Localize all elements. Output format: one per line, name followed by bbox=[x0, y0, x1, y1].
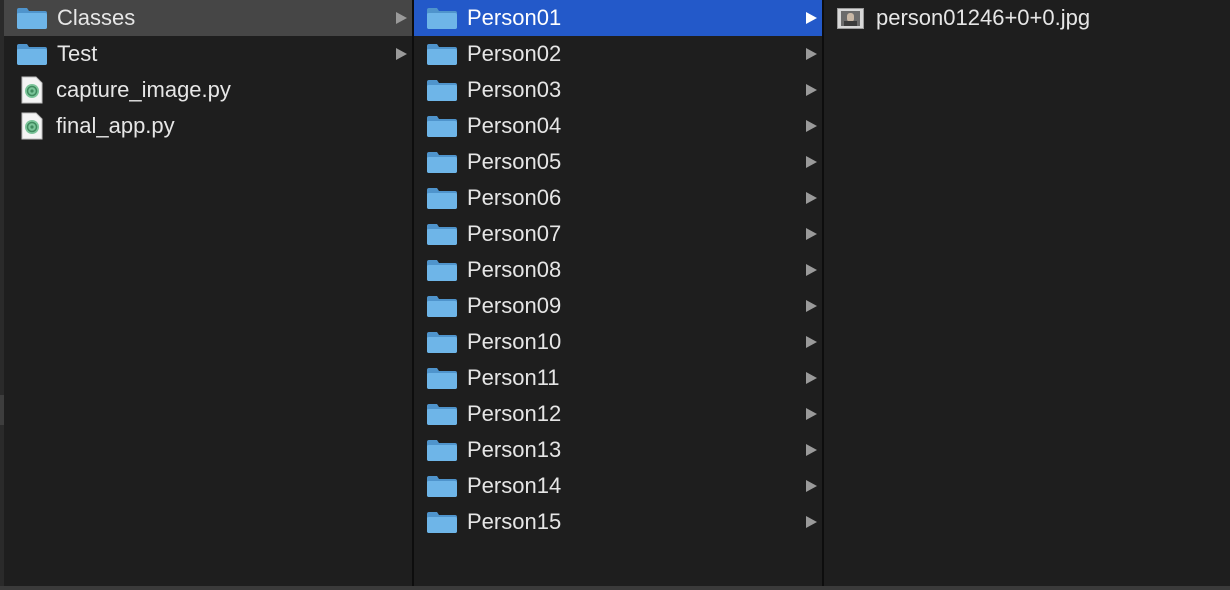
list-item-person[interactable]: Person01 bbox=[414, 0, 822, 36]
list-item-label: Person03 bbox=[467, 77, 562, 102]
list-item-person[interactable]: Person15 bbox=[414, 504, 822, 540]
column-2[interactable]: Person01 Person02 Person03 Person04 Person05… bbox=[414, 0, 822, 586]
list-item-person[interactable]: Person11 bbox=[414, 360, 822, 396]
finder-column-browser: Classes Test capture_image.py final_app.… bbox=[0, 0, 1230, 590]
disclosure-chevron-icon bbox=[804, 227, 818, 241]
disclosure-chevron-icon bbox=[804, 155, 818, 169]
disclosure-chevron-icon bbox=[804, 335, 818, 349]
folder-icon bbox=[426, 258, 458, 282]
list-item-person[interactable]: Person10 bbox=[414, 324, 822, 360]
folder-icon bbox=[426, 186, 458, 210]
list-item-person[interactable]: Person02 bbox=[414, 36, 822, 72]
column-3[interactable]: person01246+0+0.jpg bbox=[824, 0, 1230, 586]
disclosure-chevron-icon bbox=[394, 47, 408, 61]
folder-icon bbox=[426, 150, 458, 174]
folder-icon bbox=[426, 438, 458, 462]
python-file-icon bbox=[21, 76, 43, 104]
list-item-label: Person15 bbox=[467, 509, 562, 534]
disclosure-chevron-icon bbox=[804, 83, 818, 97]
disclosure-chevron-icon bbox=[804, 11, 818, 25]
list-item-label: Person05 bbox=[467, 149, 562, 174]
list-item-person[interactable]: Person09 bbox=[414, 288, 822, 324]
folder-icon bbox=[426, 222, 458, 246]
list-item-label: Classes bbox=[57, 5, 136, 30]
disclosure-chevron-icon bbox=[804, 119, 818, 133]
folder-icon bbox=[16, 42, 48, 66]
list-item-person[interactable]: Person07 bbox=[414, 216, 822, 252]
list-item-person[interactable]: Person04 bbox=[414, 108, 822, 144]
python-file-icon bbox=[21, 112, 43, 140]
list-item-test[interactable]: Test bbox=[4, 36, 412, 72]
bottom-scrollbar[interactable] bbox=[0, 586, 1230, 590]
disclosure-chevron-icon bbox=[394, 11, 408, 25]
list-item-label: Person10 bbox=[467, 329, 562, 354]
list-item-person[interactable]: Person06 bbox=[414, 180, 822, 216]
folder-icon bbox=[16, 6, 48, 30]
disclosure-chevron-icon bbox=[804, 371, 818, 385]
folder-icon bbox=[426, 114, 458, 138]
folder-icon bbox=[426, 294, 458, 318]
list-item-label: capture_image.py bbox=[56, 77, 231, 102]
list-item-person[interactable]: Person03 bbox=[414, 72, 822, 108]
list-item-label: Person02 bbox=[467, 41, 562, 66]
list-item-label: Person07 bbox=[467, 221, 562, 246]
disclosure-chevron-icon bbox=[804, 407, 818, 421]
folder-icon bbox=[426, 6, 458, 30]
folder-icon bbox=[426, 78, 458, 102]
disclosure-chevron-icon bbox=[804, 263, 818, 277]
list-item-label: Person04 bbox=[467, 113, 562, 138]
list-item-final-app-py[interactable]: final_app.py bbox=[4, 108, 412, 144]
list-item-person[interactable]: Person08 bbox=[414, 252, 822, 288]
folder-icon bbox=[426, 474, 458, 498]
folder-icon bbox=[426, 330, 458, 354]
list-item-person[interactable]: Person12 bbox=[414, 396, 822, 432]
disclosure-chevron-icon bbox=[804, 47, 818, 61]
list-item-label: person01246+0+0.jpg bbox=[876, 5, 1091, 30]
list-item-classes[interactable]: Classes bbox=[4, 0, 412, 36]
list-item-label: Person13 bbox=[467, 437, 562, 462]
list-item-capture-image-py[interactable]: capture_image.py bbox=[4, 72, 412, 108]
list-item-image-file[interactable]: person01246+0+0.jpg bbox=[824, 0, 1230, 36]
list-item-label: Person06 bbox=[467, 185, 562, 210]
disclosure-chevron-icon bbox=[804, 479, 818, 493]
list-item-label: Person09 bbox=[467, 293, 562, 318]
disclosure-chevron-icon bbox=[804, 515, 818, 529]
image-thumbnail-icon bbox=[837, 7, 864, 29]
list-item-person[interactable]: Person13 bbox=[414, 432, 822, 468]
list-item-label: Person01 bbox=[467, 5, 562, 30]
list-item-person[interactable]: Person05 bbox=[414, 144, 822, 180]
disclosure-chevron-icon bbox=[804, 299, 818, 313]
folder-icon bbox=[426, 366, 458, 390]
disclosure-chevron-icon bbox=[804, 191, 818, 205]
list-item-label: Person12 bbox=[467, 401, 562, 426]
list-item-label: final_app.py bbox=[56, 113, 175, 138]
list-item-label: Person14 bbox=[467, 473, 562, 498]
list-item-label: Test bbox=[57, 41, 98, 66]
list-item-label: Person11 bbox=[467, 365, 560, 390]
folder-icon bbox=[426, 402, 458, 426]
list-item-label: Person08 bbox=[467, 257, 562, 282]
list-item-person[interactable]: Person14 bbox=[414, 468, 822, 504]
column-1[interactable]: Classes Test capture_image.py final_app.… bbox=[4, 0, 412, 586]
folder-icon bbox=[426, 42, 458, 66]
folder-icon bbox=[426, 510, 458, 534]
disclosure-chevron-icon bbox=[804, 443, 818, 457]
